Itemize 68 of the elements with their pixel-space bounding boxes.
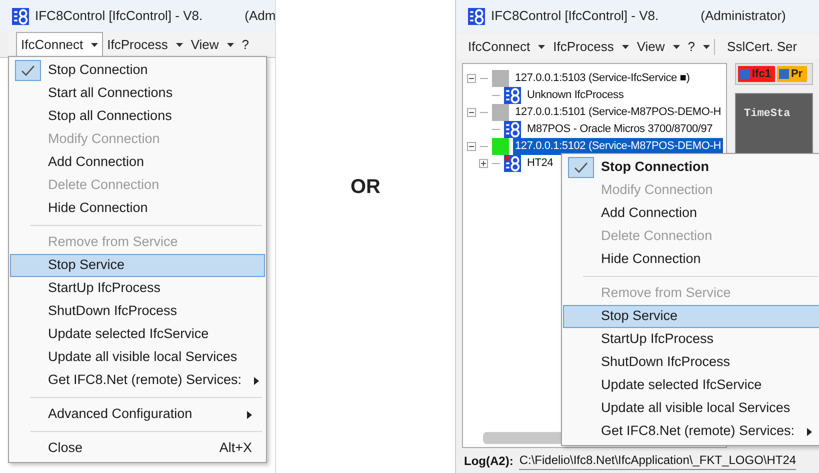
- menu-option[interactable]: ShutDown IfcProcess: [10, 300, 265, 323]
- menu-option[interactable]: ShutDown IfcProcess: [563, 351, 819, 374]
- menu-option[interactable]: Add Connection: [563, 202, 819, 225]
- menu-option[interactable]: Add Connection: [10, 151, 265, 174]
- app-logo-icon: [468, 8, 485, 24]
- caret-icon: [703, 44, 710, 48]
- shortcut-text: Alt+X: [219, 439, 252, 458]
- menu-item[interactable]: ?: [238, 32, 254, 57]
- check-icon: [21, 65, 35, 76]
- menu-option[interactable]: Get IFC8.Net (remote) Services:: [10, 369, 265, 392]
- menu-option[interactable]: Advanced Configuration: [10, 403, 265, 426]
- collapse-icon[interactable]: [467, 108, 476, 117]
- submenu-arrow-icon: [247, 410, 252, 418]
- menu-item[interactable]: IfcProcess: [549, 34, 633, 59]
- caret-icon: [176, 42, 183, 46]
- app-logo-icon: [12, 8, 29, 24]
- menu-item[interactable]: View: [186, 32, 238, 57]
- menu-option[interactable]: Update all visible local Services: [563, 397, 819, 420]
- checkbox[interactable]: [740, 69, 750, 79]
- tree-node[interactable]: 127.0.0.1:5101 (Service-M87POS-DEMO-H: [513, 104, 723, 121]
- expand-icon[interactable]: [479, 159, 488, 168]
- column-header: TimeSta: [744, 108, 790, 120]
- tree-node[interactable]: 127.0.0.1:5103 (Service-IfcService ■): [513, 70, 692, 87]
- or-label: OR: [350, 174, 380, 200]
- collapse-icon[interactable]: [467, 74, 476, 83]
- tree-node[interactable]: Unknown IfcProcess: [525, 87, 626, 104]
- menu-item[interactable]: View: [632, 34, 684, 59]
- tree-node[interactable]: 127.0.0.1:5102 (Service-M87POS-DEMO-H: [513, 138, 723, 155]
- caret-icon: [91, 43, 98, 47]
- caret-icon: [538, 44, 546, 48]
- collapse-icon[interactable]: [467, 142, 476, 151]
- menu-option[interactable]: Update selected IfcService: [563, 374, 819, 397]
- tree-node[interactable]: M87POS - Oracle Micros 3700/8700/97: [525, 121, 715, 138]
- submenu-arrow-icon: [806, 428, 812, 436]
- check-icon: [574, 162, 588, 173]
- window-title-suffix: (Administrator): [700, 7, 786, 26]
- menu-item[interactable]: IfcConnect: [16, 32, 104, 57]
- menu-option[interactable]: Stop Connection: [563, 156, 819, 179]
- menu-option[interactable]: StartUp IfcProcess: [10, 277, 265, 300]
- menu-option[interactable]: Hide Connection: [10, 197, 265, 220]
- menu-option[interactable]: Close Alt+X: [10, 437, 265, 460]
- menu-option[interactable]: Start all Connections: [10, 82, 265, 105]
- menu-option[interactable]: Hide Connection: [563, 248, 819, 271]
- menu-option[interactable]: Update selected IfcService: [10, 323, 265, 346]
- window-title-suffix: (Adm: [244, 7, 275, 26]
- log-path-field[interactable]: C:\Fidelio\Ifc8.Net\IfcApplication\_FKT_LOGO\HT24: [519, 451, 796, 470]
- menu-option[interactable]: Stop Service: [10, 254, 265, 277]
- menu-option[interactable]: Stop all Connections: [10, 105, 265, 128]
- submenu-arrow-icon: [254, 376, 259, 384]
- tree-node[interactable]: HT24: [525, 155, 556, 172]
- window-title: IFC8Control [IfcControl] - V8.: [491, 7, 659, 26]
- menu-option[interactable]: StartUp IfcProcess: [563, 328, 819, 351]
- menu-item[interactable]: ?: [684, 34, 714, 59]
- menu-option[interactable]: Update all visible local Services: [10, 346, 265, 369]
- menu-item[interactable]: IfcConnect: [464, 34, 550, 59]
- menu-option[interactable]: Get IFC8.Net (remote) Services:: [563, 420, 819, 443]
- window-title: IFC8Control [IfcControl] - V8.: [35, 7, 203, 26]
- filter-chip[interactable]: Ifc1: [738, 66, 775, 82]
- filter-chip[interactable]: Pr: [776, 66, 807, 82]
- menu-item[interactable]: IfcProcess: [103, 32, 187, 57]
- menu-option[interactable]: Stop Connection: [10, 59, 265, 82]
- menu-option[interactable]: Stop Service: [563, 305, 819, 328]
- log-label: Log(A2):: [464, 452, 514, 470]
- checkbox[interactable]: [778, 69, 789, 79]
- caret-icon: [226, 42, 234, 46]
- menu-item[interactable]: SslCert. Ser: [723, 34, 802, 59]
- caret-icon: [672, 44, 680, 48]
- caret-icon: [622, 44, 629, 48]
